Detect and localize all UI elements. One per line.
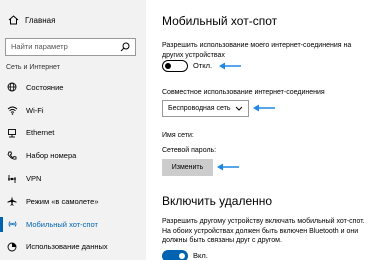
network-name-label: Имя сети: [162, 132, 194, 139]
vpn-icon [6, 173, 18, 185]
share-from-label: Совместное использование интернет-соедин… [162, 89, 325, 96]
sidebar-item-ethernet[interactable]: Ethernet [0, 122, 146, 145]
remote-toggle-state: Вкл. [193, 251, 208, 260]
share-from-dropdown[interactable]: Беспроводная сеть [162, 100, 249, 117]
share-description: Разрешить использование моего интернет-с… [162, 42, 352, 59]
page-title: Мобильный хот-спот [162, 14, 278, 28]
annotation-arrow-icon [253, 104, 275, 112]
share-toggle[interactable] [162, 60, 188, 72]
globe-icon [6, 81, 18, 93]
remote-toggle[interactable] [162, 250, 188, 260]
remote-title: Включить удаленно [162, 194, 273, 208]
sidebar: Главная Найти параметр Сеть и Интернет С… [0, 0, 146, 260]
remote-description: Разрешить другому устройству включать мо… [162, 218, 365, 244]
data-usage-icon [6, 241, 18, 253]
chevron-down-icon [235, 105, 243, 114]
sidebar-item-status[interactable]: Состояние [0, 76, 146, 99]
change-button[interactable]: Изменить [162, 159, 213, 176]
sidebar-item-label: Ethernet [26, 128, 55, 138]
sidebar-item-vpn[interactable]: VPN [0, 167, 146, 190]
sidebar-item-label: Wi-Fi [26, 105, 44, 115]
sidebar-item-label: Режим «в самолете» [26, 196, 99, 206]
home-icon [6, 15, 20, 25]
search-input[interactable]: Найти параметр [5, 38, 136, 56]
sidebar-nav: Состояние Wi-Fi Ethernet Набор номера VP… [0, 76, 146, 258]
search-icon[interactable] [120, 42, 130, 52]
share-from-value: Беспроводная сеть [168, 105, 231, 112]
ethernet-icon [6, 127, 18, 139]
search-placeholder: Найти параметр [11, 42, 68, 51]
annotation-arrow-icon [217, 163, 239, 171]
sidebar-item-label: Использование данных [26, 242, 108, 252]
sidebar-item-label: VPN [26, 174, 42, 184]
sidebar-item-mobile-hotspot[interactable]: Мобильный хот-спот [0, 213, 146, 236]
sidebar-item-data-usage[interactable]: Использование данных [0, 236, 146, 259]
sidebar-item-airplane[interactable]: Режим «в самолете» [0, 190, 146, 213]
toggle-knob [165, 62, 171, 69]
section-title: Сеть и Интернет [6, 64, 60, 71]
phone-icon [6, 150, 18, 162]
sidebar-home[interactable]: Главная [6, 12, 55, 28]
airplane-icon [6, 195, 18, 207]
network-password-label: Сетевой пароль: [162, 147, 217, 154]
sidebar-item-wifi[interactable]: Wi-Fi [0, 99, 146, 122]
sidebar-item-label: Набор номера [26, 151, 77, 161]
home-label: Главная [25, 15, 56, 25]
hotspot-icon [6, 218, 18, 230]
toggle-knob [179, 253, 185, 259]
sidebar-item-label: Состояние [26, 82, 64, 92]
sidebar-item-label: Мобильный хот-спот [26, 219, 98, 229]
sidebar-item-dialup[interactable]: Набор номера [0, 144, 146, 167]
wifi-icon [6, 104, 18, 116]
annotation-arrow-icon [219, 62, 241, 70]
share-toggle-state: Откл. [193, 61, 213, 70]
